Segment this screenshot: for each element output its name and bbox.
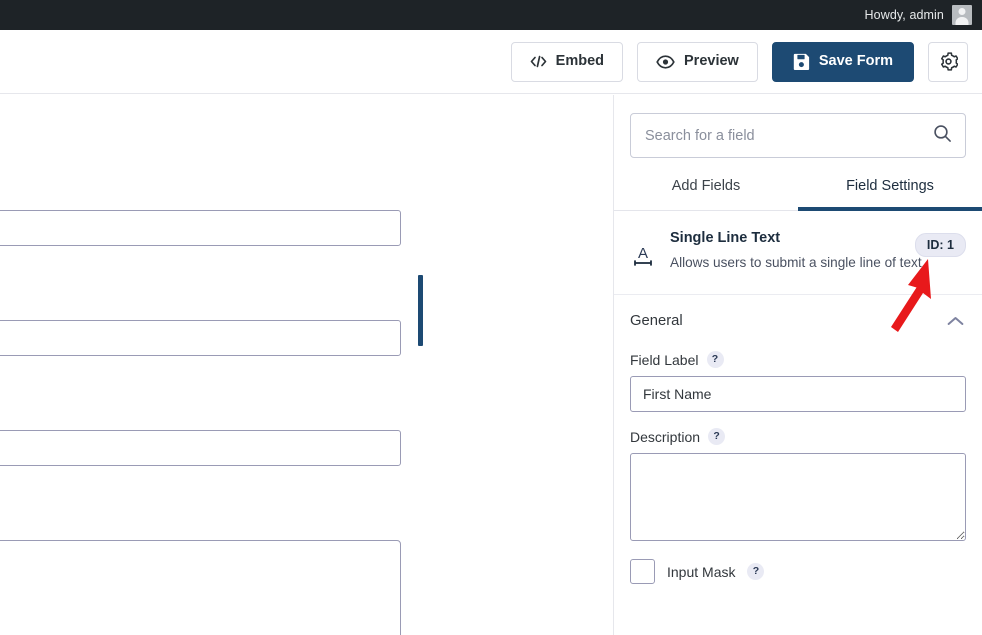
field-type-description: Allows users to submit a single line of … xyxy=(670,255,926,270)
form-builder-screen: Howdy, admin Embed Preview Save Form Sea… xyxy=(0,0,982,635)
search-input[interactable] xyxy=(631,114,965,157)
form-builder-toolbar: Embed Preview Save Form xyxy=(0,30,982,94)
input-mask-row: Input Mask ? xyxy=(630,559,966,584)
field-type-header: A Single Line Text Allows users to submi… xyxy=(614,211,982,295)
panel-tabs: Add Fields Field Settings xyxy=(614,176,982,211)
input-mask-label: Input Mask xyxy=(667,563,736,580)
field-settings-panel: Add Fields Field Settings A Single Line … xyxy=(613,95,982,635)
field-search-box[interactable] xyxy=(630,113,966,158)
description-help-icon[interactable]: ? xyxy=(708,428,726,445)
input-mask-help-icon[interactable]: ? xyxy=(747,563,765,580)
tab-field-settings-label: Field Settings xyxy=(846,178,934,194)
form-field-input-2[interactable] xyxy=(0,320,401,356)
save-form-button-label: Save Form xyxy=(818,53,893,70)
description-row: Description ? xyxy=(630,428,966,445)
form-field-textarea-4[interactable] xyxy=(0,540,401,635)
field-label-caption: Field Label xyxy=(630,351,699,368)
tab-add-fields[interactable]: Add Fields xyxy=(614,176,798,210)
form-settings-button[interactable] xyxy=(928,41,968,82)
general-section-body: Field Label ? Description ? Input Mask ? xyxy=(614,351,982,584)
embed-button-label: Embed xyxy=(555,53,605,70)
eye-icon xyxy=(656,54,675,69)
text-field-icon: A xyxy=(632,229,670,274)
preview-button-label: Preview xyxy=(684,53,739,70)
field-label-help-icon[interactable]: ? xyxy=(706,351,724,368)
chevron-up-icon[interactable] xyxy=(947,316,964,327)
gear-icon xyxy=(939,52,958,71)
general-section-title: General xyxy=(630,313,683,329)
form-field-input-3[interactable] xyxy=(0,430,401,466)
field-label-row: Field Label ? xyxy=(630,351,966,368)
field-label-input[interactable] xyxy=(630,376,966,412)
code-brackets-icon xyxy=(530,55,547,68)
user-avatar-icon[interactable] xyxy=(952,5,972,25)
embed-button[interactable]: Embed xyxy=(510,41,624,82)
form-field-input-1[interactable] xyxy=(0,210,401,246)
wp-admin-bar: Howdy, admin xyxy=(0,0,982,30)
field-search-area xyxy=(614,95,982,158)
svg-text:A: A xyxy=(638,245,648,262)
selected-field-bar xyxy=(418,275,423,346)
tab-field-settings[interactable]: Field Settings xyxy=(798,176,982,211)
admin-greeting[interactable]: Howdy, admin xyxy=(865,8,944,22)
general-section-header[interactable]: General xyxy=(614,295,982,335)
description-caption: Description xyxy=(630,428,701,445)
field-id-badge[interactable]: ID: 1 xyxy=(914,233,966,257)
tab-add-fields-label: Add Fields xyxy=(671,178,741,194)
input-mask-checkbox[interactable] xyxy=(630,559,655,584)
floppy-disk-icon xyxy=(793,53,810,70)
form-preview-pane xyxy=(0,95,613,635)
save-form-button[interactable]: Save Form xyxy=(771,41,914,82)
preview-button[interactable]: Preview xyxy=(637,41,758,82)
description-textarea[interactable] xyxy=(630,453,966,541)
